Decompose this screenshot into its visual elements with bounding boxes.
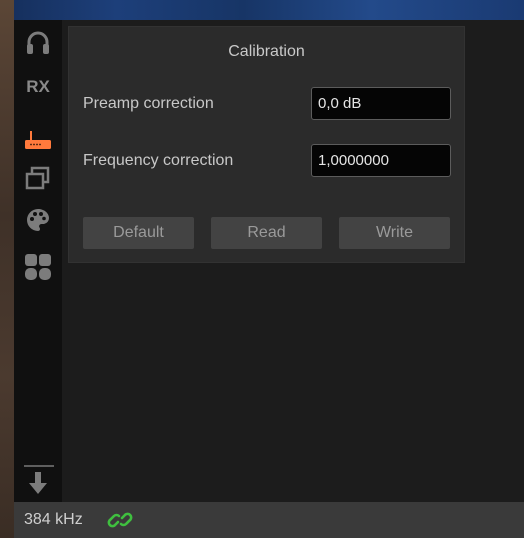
link-icon [107,512,133,528]
windows-icon [25,166,50,190]
frequency-correction-label: Frequency correction [83,152,234,169]
apps-icon [25,254,51,280]
sidebar-item-theme[interactable] [14,200,62,240]
sidebar-item-rx[interactable]: RX [14,67,62,107]
read-button[interactable]: Read [211,217,322,249]
write-button[interactable]: Write [339,217,450,249]
preamp-correction-input[interactable]: 0,0 dB [311,87,451,120]
device-icon [25,131,51,149]
panel-title: Calibration [228,43,305,60]
app-body: RX Calibration Preamp correction 0,0 dB … [14,20,524,502]
status-bar: 384 kHz [14,502,524,538]
sample-rate-label: 384 kHz [24,511,83,528]
app-window: RX Calibration Preamp correction 0,0 dB … [0,0,524,538]
palette-icon [27,209,50,231]
frequency-correction-input[interactable]: 1,0000000 [311,144,451,177]
sidebar: RX [14,20,62,502]
calibration-panel: Calibration Preamp correction 0,0 dB Fre… [68,26,465,263]
sidebar-item-windows[interactable] [14,158,62,198]
default-button[interactable]: Default [83,217,194,249]
rx-label: RX [26,77,50,96]
sidebar-item-download[interactable] [14,466,62,500]
sidebar-item-device[interactable] [14,120,62,160]
preamp-correction-label: Preamp correction [83,95,214,112]
link-button[interactable] [107,507,133,533]
download-icon [29,472,47,494]
headphones-icon [27,31,49,54]
sidebar-item-apps[interactable] [14,247,62,287]
sidebar-item-audio[interactable] [14,23,62,63]
background-edge [0,0,14,538]
spectrum-strip [14,0,524,20]
